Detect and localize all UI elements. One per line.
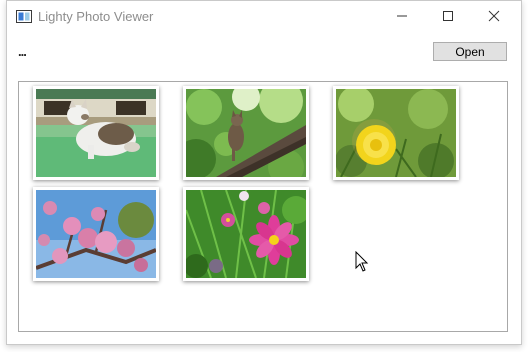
minimize-button[interactable] xyxy=(379,1,425,31)
photo-cat-tree xyxy=(186,89,306,177)
title-bar[interactable]: Lighty Photo Viewer xyxy=(7,1,521,31)
close-button[interactable] xyxy=(471,1,517,31)
photo-cosmos xyxy=(186,190,306,278)
thumbnail-dandelion[interactable] xyxy=(333,86,459,180)
thumbnail-gallery[interactable] xyxy=(18,81,508,332)
photo-cat xyxy=(36,89,156,177)
mouse-cursor-icon xyxy=(355,251,369,272)
minimize-icon xyxy=(397,15,407,17)
photo-dandelion xyxy=(336,89,456,177)
thumbnail-cosmos[interactable] xyxy=(183,187,309,281)
maximize-button[interactable] xyxy=(425,1,471,31)
photo-plum-blossoms xyxy=(36,190,156,278)
open-button[interactable]: Open xyxy=(433,42,507,61)
app-icon xyxy=(16,10,32,23)
thumbnail-cat-tree[interactable] xyxy=(183,86,309,180)
close-icon xyxy=(488,10,500,22)
path-label: ... xyxy=(18,44,27,59)
maximize-icon xyxy=(443,11,453,21)
thumbnail-plum-blossoms[interactable] xyxy=(33,187,159,281)
thumbnail-cat[interactable] xyxy=(33,86,159,180)
app-window: Lighty Photo Viewer ... Open xyxy=(6,0,522,345)
window-title: Lighty Photo Viewer xyxy=(38,9,154,24)
